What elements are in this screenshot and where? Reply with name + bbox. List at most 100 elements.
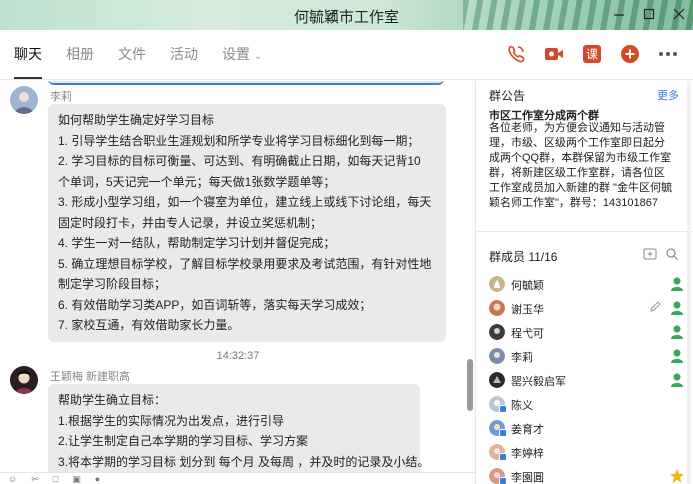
phone-online-badge-icon — [499, 405, 507, 413]
message-line: 2.让学生制定自己本学期的学习目标、学习方案 — [58, 434, 309, 448]
avatar — [489, 348, 505, 364]
avatar[interactable] — [10, 366, 38, 394]
notice-more-link[interactable]: 更多 — [657, 87, 679, 103]
message-bubble[interactable]: 如何帮助学生确定好学习目标 1. 引导学生结合职业生涯规划和所学专业将学习目标细… — [48, 104, 446, 342]
admin-icon — [671, 301, 683, 315]
message-line: 5. 确立理想目标学校，了解目标学校录用要求及考试范围，有针对性地 — [58, 256, 432, 271]
avatar[interactable] — [10, 86, 38, 114]
search-icon[interactable] — [665, 247, 679, 261]
tab-label: 聊天 — [14, 46, 42, 62]
image-icon[interactable]: ▣ — [72, 473, 81, 484]
tab-album[interactable]: 相册 — [66, 44, 94, 68]
message-line: 帮助学生确立目标： — [58, 393, 167, 407]
title-bar: 何毓颖市工作室 — [0, 0, 693, 30]
avatar — [489, 372, 505, 388]
owner-star-icon — [670, 469, 684, 483]
chat-scrollbar[interactable] — [467, 359, 473, 411]
member-name: 何毓颖 — [511, 280, 544, 292]
member-name: 李婷梓 — [511, 448, 544, 460]
phone-icon[interactable] — [505, 43, 527, 65]
member-item[interactable]: 姜育才 — [489, 417, 685, 441]
message-line: 6. 有效借助学习类APP，如百词斩等，落实每天学习成效； — [58, 297, 372, 312]
group-info-panel: 群公告 更多 市区工作室分成两个群 各位老师，为方便会议通知与活动管理，市级、区… — [477, 81, 693, 484]
course-icon[interactable]: 课 — [581, 43, 603, 65]
window-title: 何毓颖市工作室 — [293, 9, 399, 26]
tab-label: 文件 — [118, 46, 146, 62]
member-item[interactable]: 李婷梓 — [489, 441, 685, 465]
mic-icon[interactable]: ● — [95, 473, 100, 484]
avatar — [489, 276, 505, 292]
message-sender: 李莉 — [50, 91, 72, 103]
tab-list: 聊天 相册 文件 活动 设置 ⌄ — [14, 44, 286, 79]
divider — [477, 231, 693, 232]
maximize-icon[interactable] — [641, 4, 657, 24]
member-name: 李莉 — [511, 352, 533, 364]
message-line: 1. 引导学生结合职业生涯规划和所学专业将学习目标细化到每一期； — [58, 133, 420, 148]
message-line: 3. 形成小型学习组，如一个寝室为单位，建立线上或线下讨论组，每天 — [58, 195, 432, 209]
tab-chat[interactable]: 聊天 — [14, 44, 42, 79]
member-list: 何毓颖 谢玉华 程弋可 李莉 罂兴毅启军 陈义 姜育才 李婷梓 李園圓 — [489, 273, 685, 484]
avatar — [489, 300, 505, 316]
phone-online-badge-icon — [499, 453, 507, 461]
message-bubble[interactable]: 帮助学生确立目标： 1.根据学生的实际情况为出发点，进行引导 2.让学生制定自己… — [48, 384, 430, 484]
phone-online-badge-icon — [499, 477, 507, 484]
message-sender: 王颖梅 新建职高 — [50, 371, 131, 383]
member-name: 罂兴毅启军 — [511, 376, 566, 388]
message-line: 2. 学习目标的目标可衡量、可达到、有明确截止日期，如每天记背10 — [58, 154, 421, 168]
member-item[interactable]: 谢玉华 — [489, 297, 685, 321]
admin-icon — [671, 373, 683, 387]
admin-icon — [671, 277, 683, 291]
edit-icon[interactable] — [649, 300, 663, 314]
minimize-icon[interactable] — [611, 4, 627, 24]
chat-area[interactable]: 李莉 如何帮助学生确定好学习目标 1. 引导学生结合职业生涯规划和所学专业将学习… — [0, 81, 476, 484]
previous-message-bubble — [48, 81, 444, 85]
emoji-icon[interactable]: ☺ — [8, 473, 17, 484]
member-name: 程弋可 — [511, 328, 544, 340]
notice-heading: 群公告 — [489, 89, 526, 103]
member-item[interactable]: 李園圓 — [489, 465, 685, 484]
message-line: 固定时段打卡，并由专人记录，并设立奖惩机制； — [58, 215, 323, 230]
screenshot-icon[interactable]: ✂ — [31, 473, 39, 484]
message-timestamp: 14:32:37 — [216, 350, 260, 362]
message-line: 制定学习阶段目标； — [58, 277, 167, 291]
message-line: 7. 家校互通，有效借助家长力量。 — [58, 318, 240, 332]
message-line: 1.根据学生的实际情况为出发点，进行引导 — [58, 413, 285, 428]
member-name: 谢玉华 — [511, 304, 544, 316]
message-line: 如何帮助学生确定好学习目标 — [58, 113, 215, 127]
member-item[interactable]: 程弋可 — [489, 321, 685, 345]
message-line: 4. 学生一对一结队，帮助制定学习计划并督促完成； — [58, 236, 336, 250]
tab-label: 活动 — [170, 46, 198, 62]
more-icon[interactable] — [657, 43, 679, 65]
member-item[interactable]: 陈义 — [489, 393, 685, 417]
message-line: 3.将本学期的学习目标 划分到 每个月 及每周 ，并及时的记录及小结。 — [58, 454, 430, 469]
close-icon[interactable] — [671, 4, 687, 24]
tab-files[interactable]: 文件 — [118, 44, 146, 68]
admin-icon — [671, 349, 683, 363]
member-name: 陈义 — [511, 400, 533, 412]
message-line: 个单词，5天记完一个单元；每天做1张数学题单等； — [58, 174, 336, 189]
member-item[interactable]: 李莉 — [489, 345, 685, 369]
chevron-down-icon: ⌄ — [254, 51, 263, 62]
tab-activity[interactable]: 活动 — [170, 44, 198, 68]
tab-bar: 聊天 相册 文件 活动 设置 ⌄ 课 — [0, 30, 693, 80]
member-name: 姜育才 — [511, 424, 544, 436]
member-item[interactable]: 罂兴毅启军 — [489, 369, 685, 393]
course-icon-label: 课 — [586, 48, 598, 62]
notice-body[interactable]: 各位老师，为方便会议通知与活动管理，市级、区级两个工作室即日起分成两个QQ群，本… — [489, 121, 675, 211]
panel-scrollbar[interactable] — [687, 81, 691, 484]
edit-title-icon[interactable] — [326, 8, 340, 22]
folder-icon[interactable]: □ — [53, 473, 58, 484]
avatar — [489, 324, 505, 340]
tab-settings[interactable]: 设置 ⌄ — [222, 44, 262, 68]
tab-label: 设置 — [222, 46, 250, 62]
members-heading: 群成员 11/16 — [489, 250, 558, 264]
phone-online-badge-icon — [499, 429, 507, 437]
add-icon[interactable] — [619, 43, 641, 65]
invite-member-icon[interactable] — [643, 247, 657, 261]
video-icon[interactable] — [543, 43, 565, 65]
input-toolbar: ☺ ✂ □ ▣ ● — [0, 472, 475, 484]
member-item[interactable]: 何毓颖 — [489, 273, 685, 297]
member-name: 李園圓 — [511, 472, 544, 484]
tab-label: 相册 — [66, 46, 94, 62]
admin-icon — [671, 325, 683, 339]
